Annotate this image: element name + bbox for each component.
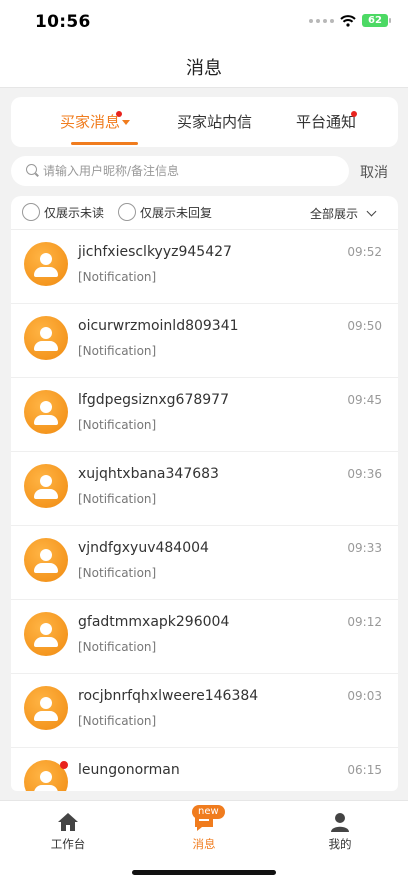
avatar — [24, 316, 68, 360]
user-icon — [40, 623, 52, 635]
user-icon-body — [34, 341, 58, 351]
conversation-preview: [Notification] — [78, 344, 157, 358]
user-icon-body — [34, 267, 58, 277]
filter-unreplied-only[interactable]: 仅展示未回复 — [118, 203, 212, 221]
unread-dot — [116, 111, 122, 117]
conversation-preview: [Notification] — [78, 714, 157, 728]
tab-label: 买家站内信 — [177, 113, 253, 131]
home-indicator — [132, 870, 276, 875]
conversation-time: 09:33 — [347, 541, 382, 555]
home-icon — [58, 813, 78, 831]
conversation-name: xujqhtxbana347683 — [78, 466, 219, 482]
user-icon-body — [34, 415, 58, 425]
conversation-list: jichfxiesclkyyz945427 09:52 [Notificatio… — [11, 230, 398, 791]
tab-label: 买家消息 — [60, 113, 121, 131]
unread-dot — [60, 761, 68, 769]
conversation-time: 09:50 — [347, 319, 382, 333]
conversation-preview: [Notification] — [78, 492, 157, 506]
cancel-button[interactable]: 取消 — [360, 162, 388, 182]
conversation-time: 09:52 — [347, 245, 382, 259]
tab-buyer-inbox[interactable]: 买家站内信 — [177, 111, 252, 132]
page-title: 消息 — [186, 58, 222, 79]
conversation-name: gfadtmmxapk296004 — [78, 614, 230, 630]
conversation-name: jichfxiesclkyyz945427 — [78, 244, 232, 260]
tabbar-label: 消息 — [192, 837, 216, 851]
conversation-item[interactable]: rocjbnrfqhxlweere146384 09:03 [Notificat… — [11, 674, 398, 748]
conversation-time: 09:45 — [347, 393, 382, 407]
conversation-item[interactable]: xujqhtxbana347683 09:36 [Notification] — [11, 452, 398, 526]
user-icon-body — [34, 563, 58, 573]
avatar — [24, 686, 68, 730]
conversation-preview: [Notification] — [78, 418, 157, 432]
show-all-dropdown[interactable]: 全部展示 — [310, 205, 377, 222]
show-all-label: 全部展示 — [310, 207, 359, 221]
message-tabs: 买家消息 买家站内信 平台通知 — [11, 97, 398, 147]
wifi-icon — [340, 14, 356, 27]
conversation-preview: [Notification] — [78, 270, 157, 284]
search-input[interactable] — [43, 156, 343, 186]
user-icon — [40, 401, 52, 413]
filter-unread-only[interactable]: 仅展示未读 — [22, 203, 104, 221]
tabbar-profile[interactable]: 我的 — [300, 811, 380, 852]
avatar — [24, 760, 68, 791]
signal-icon — [309, 18, 334, 23]
avatar — [24, 612, 68, 656]
conversation-item[interactable]: oicurwrzmoinld809341 09:50 [Notification… — [11, 304, 398, 378]
tabbar-label: 工作台 — [50, 837, 86, 851]
conversation-item[interactable]: gfadtmmxapk296004 09:12 [Notification] — [11, 600, 398, 674]
conversation-time: 09:36 — [347, 467, 382, 481]
conversation-time: 09:12 — [347, 615, 382, 629]
user-icon-body — [34, 711, 58, 721]
caret-down-icon — [122, 120, 131, 125]
avatar — [24, 242, 68, 286]
conversation-time: 09:03 — [347, 689, 382, 703]
tab-platform-notice[interactable]: 平台通知 — [296, 111, 356, 132]
filter-label: 仅展示未回复 — [140, 205, 213, 220]
user-icon — [40, 771, 52, 783]
avatar — [24, 464, 68, 508]
conversation-item[interactable]: lfgdpegsiznxg678977 09:45 [Notification] — [11, 378, 398, 452]
radio-circle-icon — [118, 203, 136, 221]
conversation-name: oicurwrzmoinld809341 — [78, 318, 239, 334]
user-icon — [40, 475, 52, 487]
search-icon — [26, 164, 37, 175]
user-icon — [40, 697, 52, 709]
conversation-name: leungonorman — [78, 762, 180, 778]
conversation-item[interactable]: leungonorman 06:15 — [11, 748, 398, 791]
radio-circle-icon — [22, 203, 40, 221]
conversation-name: vjndfgxyuv484004 — [78, 540, 209, 556]
profile-icon — [331, 813, 349, 832]
status-bar: 10:56 62 — [0, 0, 408, 46]
filter-bar: 仅展示未读 仅展示未回复 全部展示 — [11, 196, 398, 230]
conversation-time: 06:15 — [347, 763, 382, 777]
avatar — [24, 390, 68, 434]
unread-dot — [351, 111, 357, 117]
status-indicators: 62 — [309, 14, 391, 27]
conversation-name: rocjbnrfqhxlweere146384 — [78, 688, 259, 704]
nav-bar: 消息 — [0, 46, 408, 88]
user-icon-body — [34, 785, 58, 791]
conversation-item[interactable]: jichfxiesclkyyz945427 09:52 [Notificatio… — [11, 230, 398, 304]
tabbar-messages[interactable]: new 消息 — [164, 805, 244, 852]
avatar — [24, 538, 68, 582]
tab-label: 平台通知 — [296, 113, 357, 131]
user-icon-body — [34, 637, 58, 647]
status-time: 10:56 — [35, 12, 91, 32]
user-icon-body — [34, 489, 58, 499]
user-icon — [40, 327, 52, 339]
filter-label: 仅展示未读 — [44, 205, 105, 220]
search-box — [11, 156, 349, 186]
chevron-down-icon — [366, 206, 377, 217]
active-tab-indicator — [71, 142, 138, 145]
user-icon — [40, 549, 52, 561]
conversation-preview: [Notification] — [78, 566, 157, 580]
new-badge: new — [192, 805, 225, 819]
conversation-preview: [Notification] — [78, 640, 157, 654]
battery-icon: 62 — [362, 14, 391, 27]
conversation-name: lfgdpegsiznxg678977 — [78, 392, 229, 408]
tabbar-workbench[interactable]: 工作台 — [28, 811, 108, 852]
tabbar-label: 我的 — [328, 837, 352, 851]
conversation-item[interactable]: vjndfgxyuv484004 09:33 [Notification] — [11, 526, 398, 600]
user-icon — [40, 253, 52, 265]
